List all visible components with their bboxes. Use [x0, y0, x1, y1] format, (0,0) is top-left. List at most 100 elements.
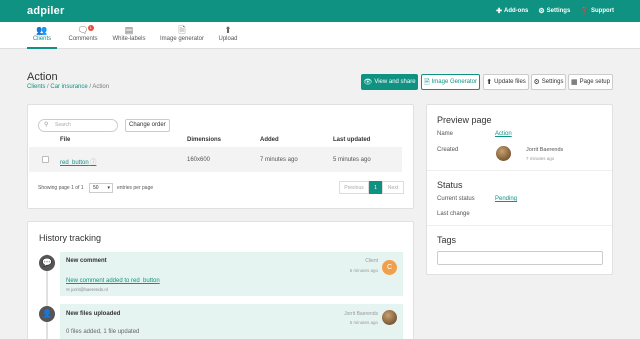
last-change-label: Last change — [437, 211, 470, 217]
mail-icon: ✉ — [66, 287, 70, 292]
tab-clients-label: Clients — [32, 36, 52, 42]
col-dimensions[interactable]: Dimensions — [187, 137, 221, 143]
support-label: Support — [591, 8, 614, 14]
settings-label: Settings — [546, 8, 571, 14]
files-card: ⚲ Search Change order File Dimensions Ad… — [27, 104, 414, 209]
page-settings-label: Settings — [541, 79, 564, 85]
comments-badge: 1 — [87, 25, 94, 31]
comment-icon: 🗨 1 — [77, 25, 94, 35]
puzzle-icon: ✚ — [496, 7, 502, 15]
creator-name: Jorrit Baerends — [526, 147, 564, 153]
tab-upload[interactable]: ⬆ Upload — [216, 25, 240, 49]
upload-icon: ⬆ — [224, 25, 232, 35]
file-icon: 🗎 — [178, 25, 186, 35]
view-share-button[interactable]: 👁 View and share — [361, 74, 418, 90]
breadcrumb: Clients / Car insurance / Action — [27, 84, 109, 90]
history-item-title: New files uploaded — [66, 311, 121, 317]
current-status-value[interactable]: Pending — [495, 196, 517, 202]
divider — [427, 170, 612, 171]
view-share-label: View and share — [374, 79, 416, 85]
file-link[interactable]: red_button ⓘ — [60, 157, 96, 166]
file-name: red_button — [60, 160, 89, 166]
update-files-button[interactable]: ⬆ Update files — [483, 74, 529, 90]
row-dimensions: 160x600 — [187, 157, 211, 163]
breadcrumb-separator: / — [89, 84, 92, 90]
history-item-title: New comment — [66, 258, 107, 264]
main-tabs: 👥 Clients 🗨 1 Comments ▤ White-labels 🗎 I… — [0, 22, 640, 49]
page-1-button[interactable]: 1 — [369, 181, 382, 194]
image-generator-label: Image Generator — [431, 79, 477, 85]
gear-icon: ⚙ — [533, 78, 540, 86]
tags-input[interactable] — [437, 251, 603, 265]
previous-button[interactable]: Previous — [339, 181, 369, 194]
tab-image-generator[interactable]: 🗎 Image generator — [158, 25, 206, 49]
row-updated: 5 minutes ago — [333, 157, 371, 163]
divider — [427, 225, 612, 226]
created-label: Created — [437, 147, 459, 153]
update-files-label: Update files — [494, 79, 526, 85]
addons-label: Add-ons — [504, 8, 529, 14]
preview-card: Preview page Name Action Created Jorrit … — [426, 104, 613, 275]
preview-title: Preview page — [437, 115, 492, 125]
top-nav: ✚ Add-ons ⚙ Settings ❓ Support — [496, 0, 614, 22]
name-value[interactable]: Action — [495, 131, 512, 137]
per-page-select[interactable]: 50 ▾ — [89, 183, 113, 193]
history-item-upload: New files uploaded Jorrit Baerends 5 min… — [60, 304, 403, 339]
support-link[interactable]: ❓ Support — [580, 8, 614, 15]
history-card: History tracking 💬 New comment Client 5 … — [27, 221, 414, 339]
history-title: History tracking — [39, 233, 102, 243]
col-last-updated[interactable]: Last updated — [333, 137, 370, 143]
breadcrumb-separator: / — [47, 84, 49, 90]
history-item-detail: 0 files added, 1 file updated — [66, 329, 140, 335]
current-status-label: Current status — [437, 196, 475, 202]
search-input[interactable]: ⚲ Search — [38, 119, 118, 132]
row-added: 7 minutes ago — [260, 157, 298, 163]
app-logo[interactable]: adpiler — [27, 5, 64, 17]
history-item-user: Jorrit Baerends — [344, 311, 378, 317]
showing-text: Showing page 1 of 1 — [38, 185, 84, 191]
history-item-email: ✉ jorrit@baerends.nl — [66, 287, 108, 293]
tab-clients[interactable]: 👥 Clients — [27, 25, 57, 49]
row-checkbox[interactable] — [42, 156, 49, 163]
history-item-user: Client — [365, 258, 378, 264]
avatar — [496, 146, 511, 161]
tab-white-labels[interactable]: ▤ White-labels — [110, 25, 148, 49]
chevron-down-icon: ▾ — [107, 185, 110, 191]
image-generator-button[interactable]: 🗎 Image Generator — [421, 74, 480, 90]
page-setup-label: Page setup — [579, 79, 610, 85]
history-item-comment: New comment Client 5 minutes ago C New c… — [60, 252, 403, 296]
change-order-button[interactable]: Change order — [125, 119, 170, 132]
page-settings-button[interactable]: ⚙ Settings — [531, 74, 566, 90]
breadcrumb-current: Action — [92, 84, 110, 90]
avatar — [382, 310, 397, 325]
avatar: C — [382, 260, 397, 275]
breadcrumb-clients[interactable]: Clients — [27, 84, 45, 90]
page-title: Action — [27, 71, 58, 83]
name-label: Name — [437, 131, 454, 137]
user-icon: 👤 — [39, 306, 55, 322]
comment-link[interactable]: New comment added to red_button — [66, 278, 160, 284]
col-added[interactable]: Added — [260, 137, 279, 143]
eye-icon: 👁 — [363, 78, 373, 86]
tags-title: Tags — [437, 235, 457, 245]
settings-link[interactable]: ⚙ Settings — [538, 8, 570, 15]
comment-icon: 💬 — [39, 255, 55, 271]
users-icon: 👥 — [36, 25, 48, 35]
col-file[interactable]: File — [60, 137, 70, 143]
breadcrumb-car-insurance[interactable]: Car insurance — [50, 84, 87, 90]
addons-link[interactable]: ✚ Add-ons — [496, 8, 528, 15]
label-icon: ▤ — [124, 25, 134, 35]
search-icon: ⚲ — [44, 122, 49, 128]
page-setup-button[interactable]: ▦ Page setup — [568, 74, 613, 90]
tab-upload-label: Upload — [218, 36, 238, 42]
status-title: Status — [437, 180, 463, 190]
tab-white-labels-label: White-labels — [112, 36, 146, 42]
history-item-time: 5 minutes ago — [349, 268, 378, 273]
next-button[interactable]: Next — [382, 181, 404, 194]
tab-image-generator-label: Image generator — [159, 36, 205, 42]
tab-comments[interactable]: 🗨 1 Comments — [66, 25, 100, 49]
gear-icon: ⚙ — [538, 7, 545, 15]
per-page-value: 50 — [93, 185, 99, 191]
tab-comments-label: Comments — [68, 36, 98, 42]
email-text: jorrit@baerends.nl — [71, 287, 108, 292]
